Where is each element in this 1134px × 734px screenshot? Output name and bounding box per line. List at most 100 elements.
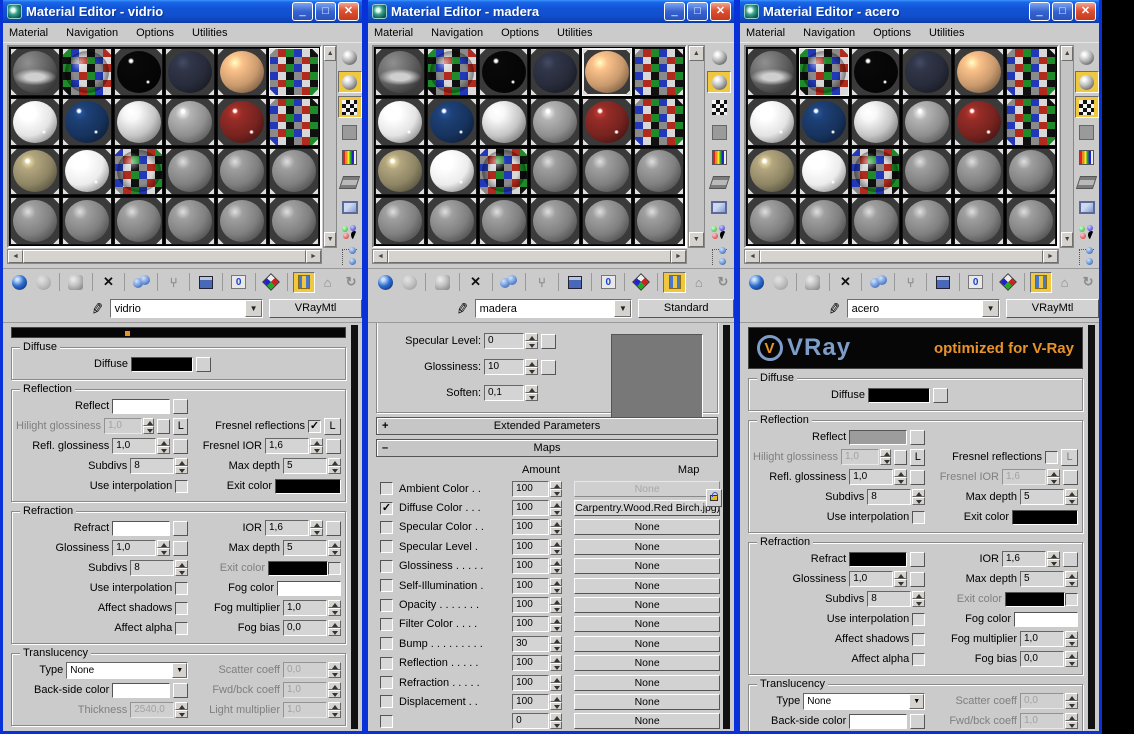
use-interpolation-checkbox[interactable] bbox=[912, 510, 926, 524]
exit-color-swatch[interactable] bbox=[1012, 509, 1078, 525]
spin-down-icon[interactable] bbox=[912, 497, 926, 505]
value-field[interactable]: 5 bbox=[283, 540, 327, 556]
diffuse-color-swatch[interactable] bbox=[868, 387, 931, 403]
fog-color-swatch[interactable] bbox=[1014, 611, 1078, 627]
spinner[interactable] bbox=[175, 458, 189, 474]
spin-up-icon[interactable] bbox=[328, 540, 341, 548]
sample-type-icon[interactable] bbox=[337, 46, 362, 68]
spin-up-icon[interactable] bbox=[328, 702, 341, 710]
params-scrollbar[interactable] bbox=[1088, 325, 1095, 729]
video-color-check-icon[interactable] bbox=[707, 146, 732, 168]
spin-up-icon[interactable] bbox=[549, 616, 563, 625]
sample-slot[interactable] bbox=[113, 197, 164, 245]
spinner[interactable] bbox=[525, 385, 538, 401]
value-field[interactable]: 8 bbox=[867, 489, 912, 505]
map-button[interactable]: None bbox=[574, 577, 721, 594]
sample-slot[interactable] bbox=[582, 197, 633, 245]
close-button[interactable]: ✕ bbox=[1075, 2, 1096, 21]
refract-color-swatch[interactable] bbox=[112, 520, 171, 536]
spinner[interactable] bbox=[549, 558, 563, 575]
sample-slot[interactable] bbox=[954, 97, 1005, 146]
value-field[interactable]: 1,0 bbox=[849, 571, 894, 587]
spin-down-icon[interactable] bbox=[1047, 559, 1060, 567]
put-to-library-icon[interactable] bbox=[932, 272, 954, 293]
map-slot-button[interactable] bbox=[173, 682, 189, 698]
map-enable-checkbox[interactable] bbox=[380, 598, 393, 612]
sample-slot[interactable] bbox=[530, 197, 581, 245]
value-field[interactable]: 5 bbox=[283, 458, 327, 474]
value-field[interactable]: 1,0 bbox=[103, 418, 143, 434]
map-enable-checkbox[interactable] bbox=[380, 676, 393, 690]
dropdown[interactable]: None ▼ bbox=[803, 692, 926, 710]
sample-slot[interactable] bbox=[217, 197, 268, 245]
background-icon[interactable] bbox=[1074, 96, 1099, 118]
value-field[interactable]: 1,0 bbox=[1020, 713, 1064, 729]
spin-up-icon[interactable] bbox=[525, 359, 538, 367]
backlight-icon[interactable] bbox=[337, 71, 362, 93]
sample-slot[interactable] bbox=[10, 48, 60, 96]
material-id-channel-icon[interactable]: 0 bbox=[965, 272, 987, 293]
scroll-left-icon[interactable]: ◄ bbox=[745, 250, 760, 263]
value-field[interactable]: 10 bbox=[484, 359, 524, 375]
spinner[interactable] bbox=[157, 540, 171, 556]
sample-slot[interactable] bbox=[902, 147, 953, 196]
spin-down-icon[interactable] bbox=[1047, 477, 1060, 485]
map-enable-checkbox[interactable] bbox=[380, 540, 393, 554]
sample-uv-tiling-icon[interactable] bbox=[337, 121, 362, 143]
refract-color-swatch[interactable] bbox=[849, 551, 908, 567]
show-end-result-icon[interactable] bbox=[292, 271, 315, 293]
spin-down-icon[interactable] bbox=[549, 643, 563, 652]
pick-material-icon[interactable]: ✎ bbox=[455, 299, 470, 319]
map-button[interactable]: None bbox=[574, 480, 721, 497]
sample-slot[interactable] bbox=[747, 197, 797, 245]
spin-down-icon[interactable] bbox=[549, 508, 563, 517]
spinner[interactable] bbox=[1065, 631, 1078, 647]
maximize-button[interactable]: □ bbox=[1052, 2, 1073, 21]
sample-slot[interactable] bbox=[478, 97, 529, 146]
map-slot-button[interactable] bbox=[910, 571, 926, 587]
close-button[interactable]: ✕ bbox=[710, 2, 731, 21]
spin-down-icon[interactable] bbox=[1065, 639, 1078, 647]
spin-down-icon[interactable] bbox=[549, 624, 563, 633]
reset-map-icon[interactable]: ✕ bbox=[835, 272, 857, 293]
map-button[interactable]: None bbox=[574, 674, 721, 691]
sample-slot[interactable] bbox=[375, 147, 425, 196]
make-material-copy-icon[interactable] bbox=[498, 272, 520, 293]
spinner[interactable] bbox=[549, 674, 563, 691]
spinner[interactable] bbox=[912, 591, 926, 607]
put-to-library-icon[interactable] bbox=[564, 272, 586, 293]
material-name-combo[interactable]: acero ▼ bbox=[846, 299, 1001, 318]
map-enable-checkbox[interactable] bbox=[380, 482, 393, 496]
l-toggle-button[interactable]: L bbox=[324, 417, 341, 435]
sample-slot[interactable] bbox=[478, 147, 529, 196]
spin-up-icon[interactable] bbox=[328, 620, 341, 628]
affect-alpha-checkbox[interactable] bbox=[912, 652, 926, 666]
sample-slot[interactable] bbox=[530, 48, 581, 96]
spinner[interactable] bbox=[328, 600, 341, 616]
sample-slot[interactable] bbox=[1006, 147, 1056, 196]
spinner[interactable] bbox=[549, 655, 563, 672]
sample-slot[interactable] bbox=[165, 97, 216, 146]
sample-slot[interactable] bbox=[582, 147, 633, 196]
menu-item-options[interactable]: Options bbox=[136, 27, 174, 39]
sample-slot[interactable] bbox=[1006, 197, 1056, 245]
map-slot-button[interactable] bbox=[157, 418, 171, 434]
spinner[interactable] bbox=[157, 438, 171, 454]
spin-down-icon[interactable] bbox=[157, 446, 171, 454]
value-field[interactable]: 100 bbox=[512, 558, 549, 575]
value-field[interactable]: 100 bbox=[512, 519, 549, 536]
spin-down-icon[interactable] bbox=[143, 426, 155, 434]
value-field[interactable]: 100 bbox=[512, 674, 549, 691]
value-field[interactable]: 8 bbox=[130, 560, 175, 576]
sample-slot[interactable] bbox=[165, 197, 216, 245]
sample-slot[interactable] bbox=[530, 147, 581, 196]
map-slot-button[interactable] bbox=[541, 359, 556, 375]
reflect-color-swatch[interactable] bbox=[849, 429, 908, 445]
spin-up-icon[interactable] bbox=[328, 662, 341, 670]
show-map-in-viewport-icon[interactable] bbox=[260, 272, 282, 293]
sample-slot[interactable] bbox=[217, 48, 268, 96]
sample-slot[interactable] bbox=[10, 197, 60, 245]
spin-up-icon[interactable] bbox=[894, 469, 908, 477]
map-slot-button[interactable] bbox=[326, 520, 341, 536]
show-map-in-viewport-icon[interactable] bbox=[630, 272, 652, 293]
